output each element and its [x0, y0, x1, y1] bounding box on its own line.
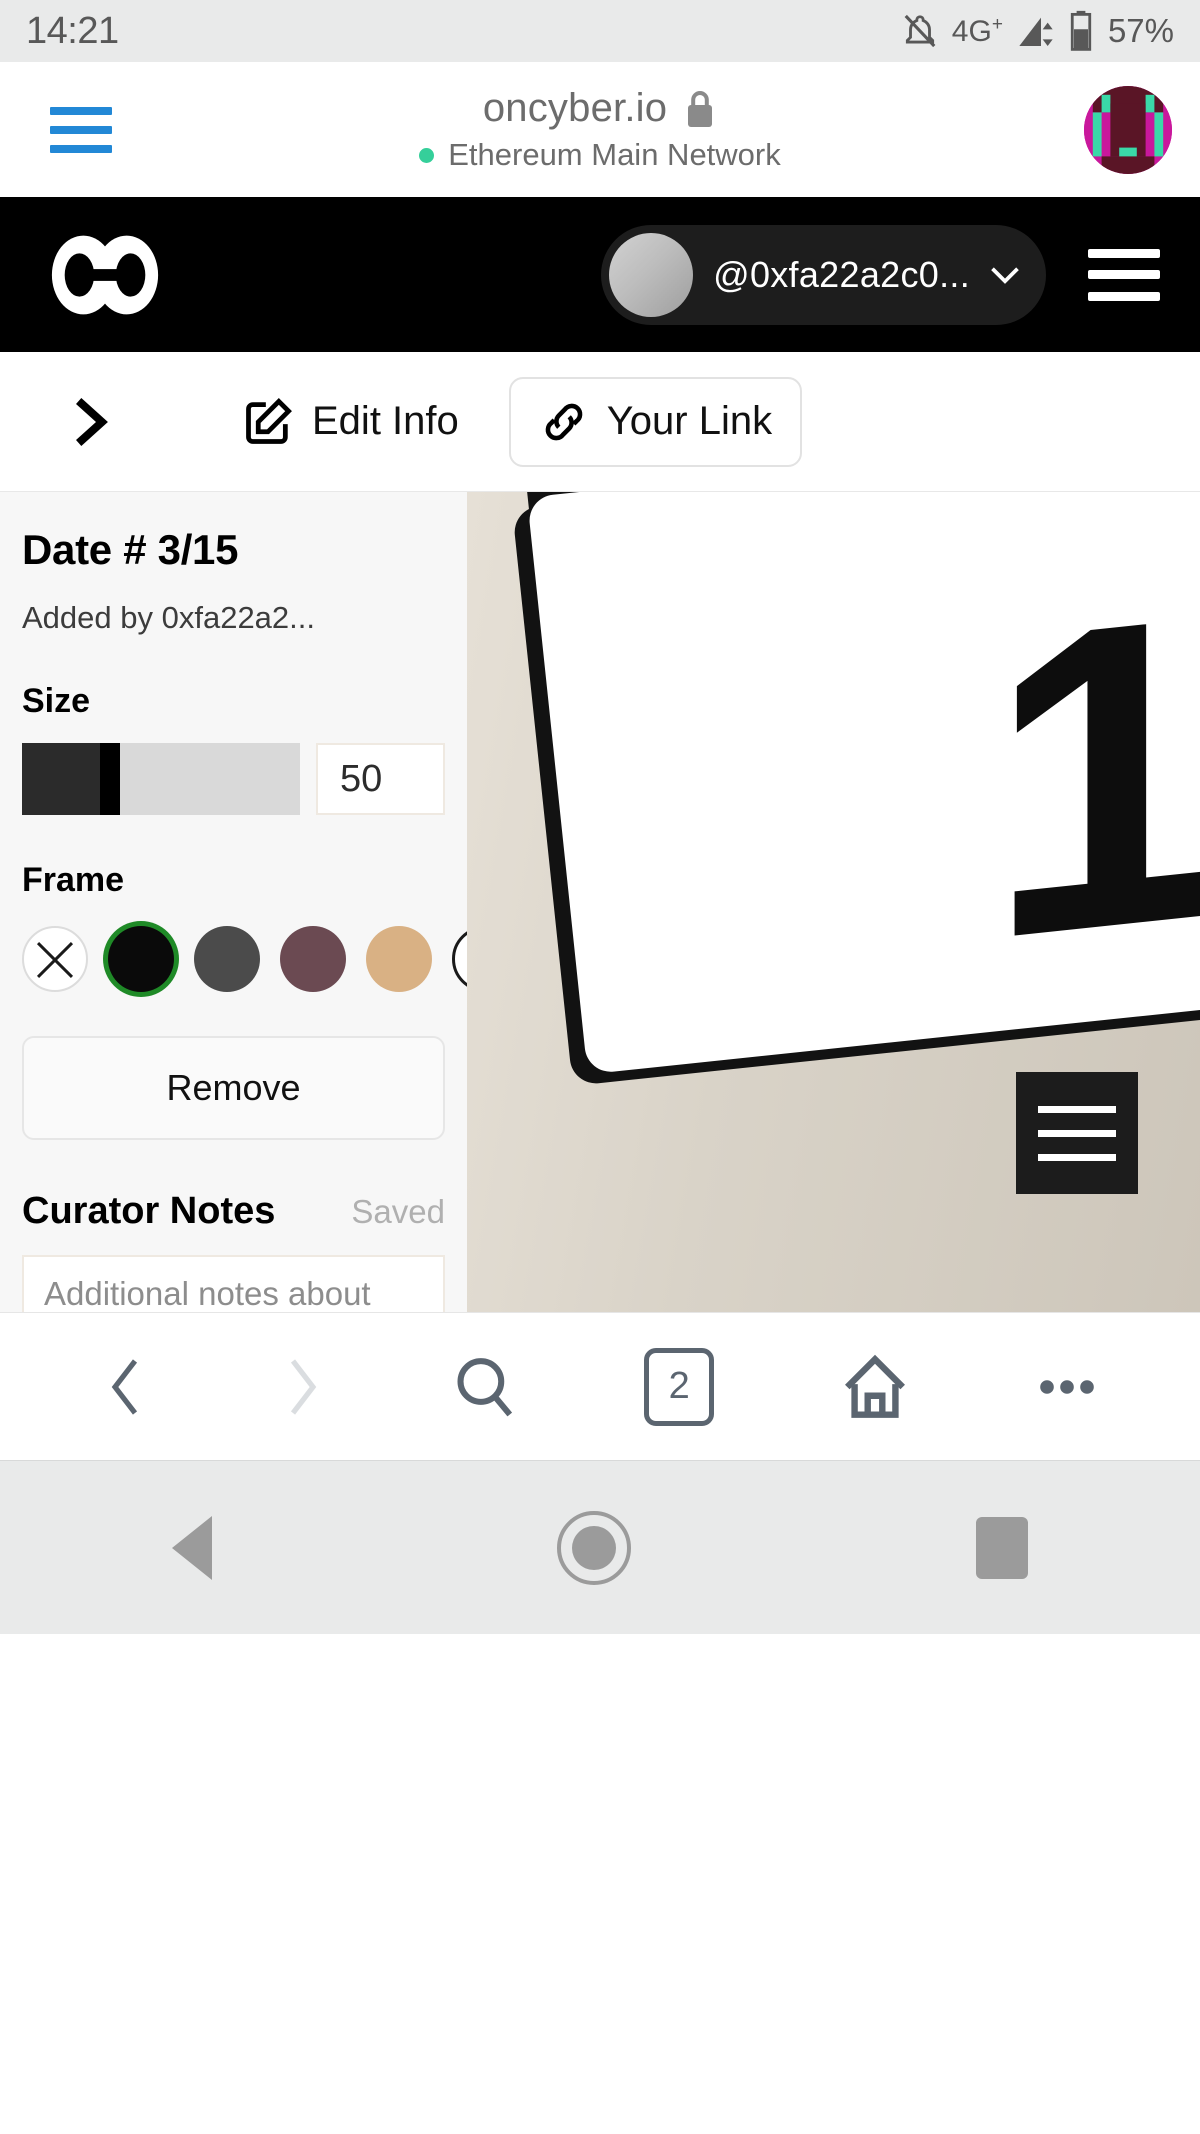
editor-content: Date # 3/15 Added by 0xfa22a2... Size 50…: [0, 492, 1200, 1312]
edit-info-label: Edit Info: [312, 399, 459, 443]
frame-label: Frame: [22, 861, 125, 899]
app-menu-icon[interactable]: [1088, 248, 1160, 301]
lock-icon: [688, 90, 713, 127]
remove-button-label: Remove: [166, 1067, 301, 1108]
network-indicator: Ethereum Main Network: [419, 137, 781, 173]
status-time: 14:21: [26, 9, 119, 52]
chevron-down-icon: [991, 266, 1019, 284]
status-icons: 4G+ 57%: [901, 10, 1174, 52]
url-center-group: oncyber.io Ethereum Main Network: [0, 62, 1200, 197]
frame-swatch-list: [22, 926, 467, 992]
frame-swatch-none[interactable]: [22, 926, 88, 992]
battery-percent: 57%: [1107, 12, 1174, 49]
added-by-label: Added by 0xfa22a2...: [22, 600, 316, 635]
frame-swatch-black[interactable]: [108, 926, 174, 992]
account-selector[interactable]: @0xfa22a2c0...: [601, 224, 1046, 325]
editor-toolbar: Edit Info Your Link: [0, 352, 1200, 492]
curator-notes-header: Curator Notes Saved: [22, 1190, 445, 1233]
browser-menu-icon[interactable]: [50, 106, 112, 153]
curator-notes-input[interactable]: Additional notes about the artwork: [22, 1255, 445, 1312]
your-link-label: Your Link: [606, 399, 773, 443]
curator-notes-title: Curator Notes: [22, 1190, 276, 1232]
your-link-button[interactable]: Your Link: [508, 376, 803, 467]
artwork-settings-panel: Date # 3/15 Added by 0xfa22a2... Size 50…: [0, 492, 467, 1312]
size-input[interactable]: 50: [316, 743, 445, 815]
url-host[interactable]: oncyber.io: [483, 86, 667, 131]
android-nav-bar: [0, 1460, 1200, 1634]
tab-count-value: 2: [668, 1365, 690, 1407]
artwork-number: 1: [987, 523, 1200, 1031]
triangle-back-icon[interactable]: [172, 1515, 213, 1580]
search-icon[interactable]: [452, 1354, 518, 1420]
artwork-preview[interactable]: 1: [467, 492, 1200, 1312]
curator-notes-placeholder: Additional notes about the artwork: [44, 1275, 371, 1312]
curator-notes-status: Saved: [351, 1193, 445, 1230]
frame-swatch-custom[interactable]: [452, 926, 467, 992]
avatar[interactable]: [1084, 85, 1172, 174]
circle-home-icon[interactable]: [556, 1510, 631, 1585]
size-slider-thumb[interactable]: [100, 743, 120, 815]
artwork-menu-icon[interactable]: [1016, 1072, 1138, 1194]
browser-url-bar: oncyber.io Ethereum Main Network: [0, 62, 1200, 197]
size-label: Size: [22, 682, 91, 720]
network-status-dot: [419, 147, 435, 163]
account-name: @0xfa22a2c0...: [713, 253, 970, 295]
phone-screen: 14:21 4G+ 57% oncyber.io Ethereum Main N…: [0, 0, 1200, 2134]
home-icon[interactable]: [840, 1352, 910, 1422]
battery-icon: [1070, 10, 1092, 51]
chevron-forward-icon[interactable]: [277, 1354, 325, 1420]
more-horizontal-icon[interactable]: [1037, 1374, 1097, 1400]
size-slider-fill: [22, 743, 100, 815]
oncyber-infinity-logo[interactable]: [46, 230, 164, 320]
pixel-avatar-icon: [1084, 85, 1172, 174]
network-name: Ethereum Main Network: [448, 137, 781, 172]
app-header: @0xfa22a2c0...: [0, 197, 1200, 352]
size-input-value: 50: [340, 757, 383, 800]
tab-count-button[interactable]: 2: [644, 1347, 715, 1426]
frame-swatch-mauve[interactable]: [280, 926, 346, 992]
edit-info-button[interactable]: Edit Info: [242, 396, 459, 448]
remove-button[interactable]: Remove: [22, 1036, 445, 1140]
page-title: Date # 3/15: [22, 526, 239, 573]
url-row[interactable]: oncyber.io: [483, 86, 717, 131]
account-avatar: [609, 232, 694, 317]
chain-link-icon: [545, 403, 583, 440]
chevron-back-icon[interactable]: [103, 1354, 151, 1420]
frame-swatch-dark-gray[interactable]: [194, 926, 260, 992]
status-bar: 14:21 4G+ 57%: [0, 0, 1200, 62]
square-recents-icon[interactable]: [975, 1516, 1028, 1579]
signal-bars-icon: [1019, 17, 1053, 46]
size-slider[interactable]: [22, 743, 300, 815]
edit-square-pencil-icon: [246, 397, 292, 444]
browser-bottom-nav: 2: [0, 1312, 1200, 1460]
frame-swatch-tan[interactable]: [366, 926, 432, 992]
bell-muted-icon: [904, 14, 936, 48]
chevron-right-icon[interactable]: [60, 394, 116, 450]
size-control-row: 50: [22, 743, 445, 815]
network-type-label: 4G+: [951, 13, 1003, 48]
